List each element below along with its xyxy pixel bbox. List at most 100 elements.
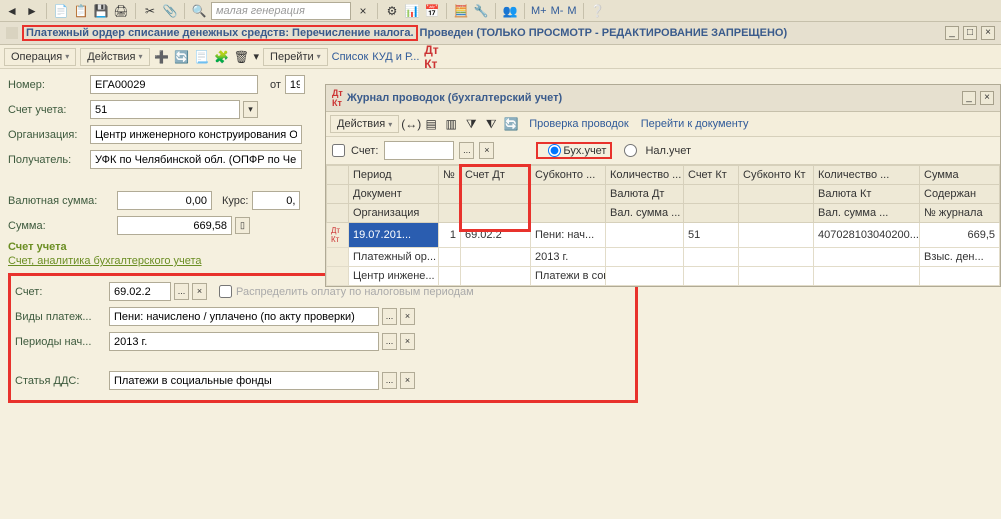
del-icon[interactable]: 🗑 (234, 49, 250, 65)
cut-icon[interactable]: ✂ (142, 3, 158, 19)
row-mark: ДтКт (327, 223, 349, 248)
expand-icon[interactable]: (↔) (403, 116, 419, 132)
nav-back-icon[interactable]: ◄ (4, 3, 20, 19)
recipient-field[interactable] (90, 150, 302, 169)
help-icon[interactable]: ❔ (590, 3, 606, 19)
filter-account-input[interactable] (384, 141, 454, 160)
hdr-subkt[interactable]: Субконто Кт (739, 166, 814, 185)
m-mem[interactable]: M (567, 5, 576, 17)
list-link[interactable]: Список (332, 51, 369, 63)
acc-x[interactable]: × (192, 283, 207, 300)
rate-field[interactable] (252, 191, 300, 210)
hdr-qty-dt[interactable]: Количество ... (606, 166, 684, 185)
clear-icon[interactable]: × (355, 3, 371, 19)
journal-filter-row: Счет: ... × Бух.учет Нал.учет (326, 137, 1000, 164)
hdr-mark[interactable] (327, 166, 349, 185)
dds-dd[interactable]: ... (382, 372, 397, 389)
journal-title: Журнал проводок (бухгалтерский учет) (347, 92, 562, 104)
paytype-x[interactable]: × (400, 308, 415, 325)
operation-button[interactable]: Операция▾ (4, 48, 76, 66)
hdr-acc-kt[interactable]: Счет Кт (684, 166, 739, 185)
document-toolbar: Операция▾ Действия▾ ➕ 🔄 📃 🧩 🗑 ▾ Перейти▾… (0, 45, 1001, 69)
cell-period[interactable]: 19.07.201... (349, 223, 439, 248)
copy-icon[interactable]: 📋 (73, 3, 89, 19)
distribute-checkbox[interactable] (219, 285, 232, 298)
dtkt-icon[interactable]: ДтКт (423, 49, 439, 65)
filter1-icon[interactable]: ▤ (423, 116, 439, 132)
header-row-3: Организация Вал. сумма ... Вал. сумма ..… (327, 204, 1000, 223)
refresh2-icon[interactable]: 🔄 (503, 116, 519, 132)
goto-document[interactable]: Перейти к документу (641, 118, 749, 130)
hdr-num[interactable]: № (439, 166, 461, 185)
journal-close[interactable]: × (980, 91, 994, 105)
calc-icon[interactable]: 🧮 (453, 3, 469, 19)
actions-button[interactable]: Действия▾ (80, 48, 149, 66)
filter-account-checkbox[interactable] (332, 144, 345, 157)
dds-field[interactable] (109, 371, 379, 390)
sum-calc[interactable]: ▯ (235, 217, 250, 234)
sum-field[interactable] (117, 216, 232, 235)
post-icon[interactable]: ➕ (154, 49, 170, 65)
filter-account-label: Счет: (351, 145, 378, 157)
account-ucheta-field[interactable] (90, 100, 240, 119)
tool-icon[interactable]: 🔧 (473, 3, 489, 19)
config-icon[interactable]: ⚙ (384, 3, 400, 19)
hdr-subdt[interactable]: Субконто ... (531, 166, 606, 185)
m-minus[interactable]: M- (551, 5, 564, 17)
print-icon[interactable]: 🖨 (113, 3, 129, 19)
close-button[interactable]: × (981, 26, 995, 40)
org-field[interactable] (90, 125, 302, 144)
number-label: Номер: (8, 79, 86, 91)
filter-acc-dd[interactable]: ... (459, 142, 474, 159)
funnel-icon[interactable]: ⧩ (463, 116, 479, 132)
period-dd[interactable]: ... (382, 333, 397, 350)
recipient-label: Получатель: (8, 154, 86, 166)
restore-button[interactable]: □ (963, 26, 977, 40)
period-x[interactable]: × (400, 333, 415, 350)
hdr-qty-kt[interactable]: Количество ... (814, 166, 920, 185)
minimize-button[interactable]: _ (945, 26, 959, 40)
paste-icon[interactable]: 📎 (162, 3, 178, 19)
number-field[interactable] (90, 75, 258, 94)
hdr-period[interactable]: Период (349, 166, 439, 185)
nal-radio[interactable] (624, 144, 637, 157)
refresh-icon[interactable]: 🔄 (174, 49, 190, 65)
distribute-label: Распределить оплату по налоговым периода… (236, 286, 474, 298)
users-icon[interactable]: 👥 (502, 3, 518, 19)
org-label: Организация: (8, 129, 86, 141)
fx-sum-field[interactable] (117, 191, 212, 210)
search-input[interactable] (211, 2, 351, 20)
struct-icon[interactable]: 🧩 (214, 49, 230, 65)
search-icon[interactable]: 🔍 (191, 3, 207, 19)
hdr-sum[interactable]: Сумма (920, 166, 1000, 185)
journal-grid[interactable]: Период № Счет Дт Субконто ... Количество… (326, 164, 1000, 286)
list-icon[interactable]: 📃 (194, 49, 210, 65)
journal-actions[interactable]: Действия▾ (330, 115, 399, 133)
calendar-icon[interactable]: 📅 (424, 3, 440, 19)
paytype-dd[interactable]: ... (382, 308, 397, 325)
nav-fwd-icon[interactable]: ► (24, 3, 40, 19)
journal-minimize[interactable]: _ (962, 91, 976, 105)
paytype-label: Виды платеж... (15, 311, 105, 323)
buh-radio-highlight: Бух.учет (536, 142, 612, 159)
from-label: от (270, 79, 281, 91)
report-icon[interactable]: 📊 (404, 3, 420, 19)
m-plus[interactable]: M+ (531, 5, 547, 17)
acc-dd[interactable]: ... (174, 283, 189, 300)
from-field[interactable] (285, 75, 305, 94)
paytype-field[interactable] (109, 307, 379, 326)
kud-link[interactable]: КУД и Р... (372, 51, 419, 63)
clear-filter-icon[interactable]: ⧨ (483, 116, 499, 132)
goto-button[interactable]: Перейти▾ (263, 48, 328, 66)
filter2-icon[interactable]: ▥ (443, 116, 459, 132)
save-icon[interactable]: 💾 (93, 3, 109, 19)
filter-acc-x[interactable]: × (479, 142, 494, 159)
check-postings[interactable]: Проверка проводок (529, 118, 628, 130)
acc-field[interactable] (109, 282, 171, 301)
period-field[interactable] (109, 332, 379, 351)
dds-x[interactable]: × (400, 372, 415, 389)
buh-radio[interactable] (548, 144, 561, 157)
account-dd[interactable]: ▾ (243, 101, 258, 118)
new-icon[interactable]: 📄 (53, 3, 69, 19)
hdr-acc-dt[interactable]: Счет Дт (461, 166, 531, 185)
